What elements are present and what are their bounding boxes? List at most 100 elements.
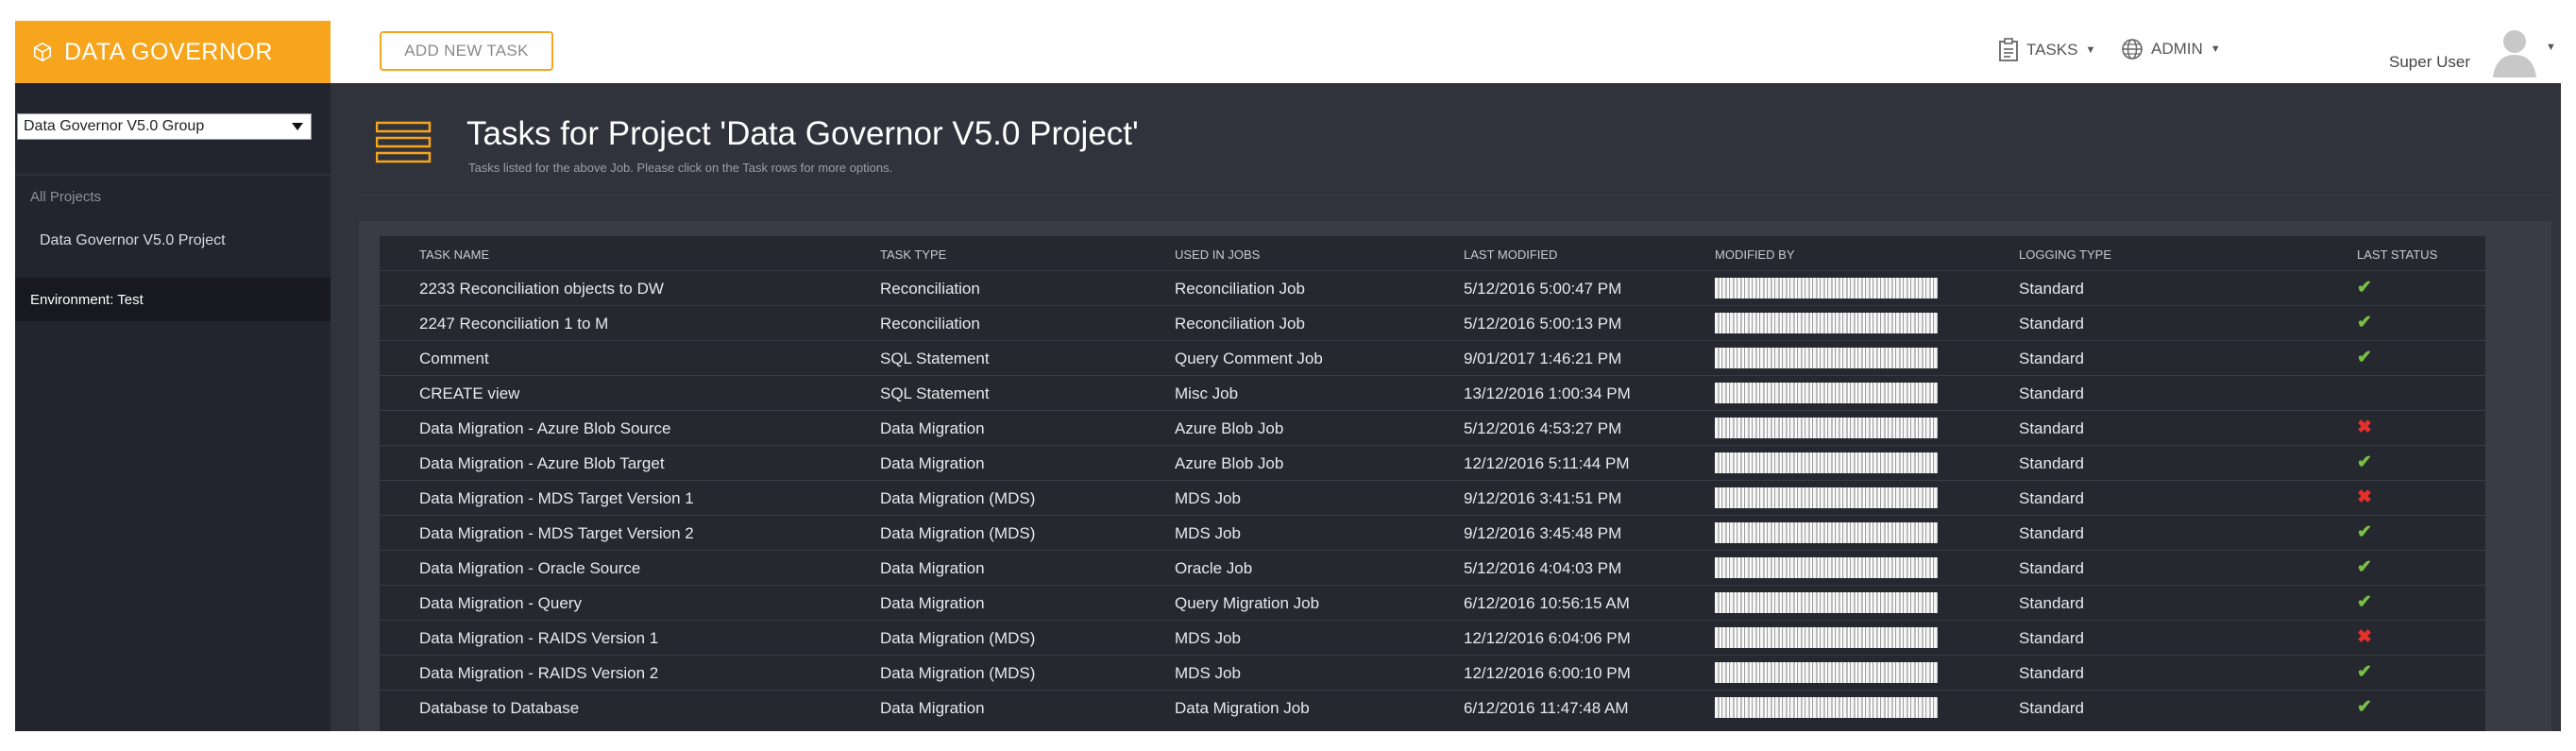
sidebar: Data Governor V5.0 Group All Projects Da… [15,83,330,731]
used-in-jobs-cell: Data Migration Job [1175,699,1310,717]
admin-menu[interactable]: ADMIN ▼ [2121,38,2221,60]
table-header: TASK NAME TASK TYPE USED IN JOBS LAST MO… [380,236,2485,270]
task-type-cell: SQL Statement [880,350,990,367]
table-row[interactable]: Comment SQL Statement Query Comment Job … [380,340,2485,375]
group-select[interactable]: Data Governor V5.0 Group [17,113,312,140]
table-row[interactable]: Data Migration - Azure Blob Target Data … [380,445,2485,480]
task-type-cell: Data Migration (MDS) [880,524,1036,542]
column-header-task-name[interactable]: TASK NAME [419,247,489,262]
task-type-cell: Data Migration [880,594,985,612]
task-name-cell: Data Migration - MDS Target Version 2 [419,524,694,542]
status-fail-icon: ✖ [2357,487,2372,507]
table-row[interactable]: 2233 Reconciliation objects to DW Reconc… [380,270,2485,305]
used-in-jobs-cell: Query Comment Job [1175,350,1323,367]
modified-by-redacted [1715,278,1938,299]
column-header-used-in-jobs[interactable]: USED IN JOBS [1175,247,1260,262]
all-projects-link[interactable]: All Projects [30,189,101,205]
modified-by-redacted [1715,627,1938,648]
task-type-cell: SQL Statement [880,384,990,402]
environment-label: Environment: Test [15,278,330,321]
page-subtitle: Tasks listed for the above Job. Please c… [468,161,893,175]
modified-by-redacted [1715,522,1938,543]
cube-icon [33,43,52,61]
task-name-cell: Data Migration - RAIDS Version 1 [419,629,659,647]
logging-type-cell: Standard [2019,524,2084,542]
modified-by-redacted [1715,452,1938,473]
chevron-down-icon: ▼ [2210,43,2221,55]
modified-by-redacted [1715,418,1938,438]
last-modified-cell: 9/12/2016 3:41:51 PM [1464,489,1622,507]
task-name-cell: 2233 Reconciliation objects to DW [419,280,664,298]
task-name-cell: Data Migration - RAIDS Version 2 [419,664,659,682]
table-row[interactable]: Data Migration - Oracle Source Data Migr… [380,550,2485,585]
used-in-jobs-cell: MDS Job [1175,489,1241,507]
add-new-task-button[interactable]: ADD NEW TASK [380,31,553,71]
last-modified-cell: 6/12/2016 10:56:15 AM [1464,594,1630,612]
logging-type-cell: Standard [2019,664,2084,682]
column-header-modified-by[interactable]: MODIFIED BY [1715,247,1795,262]
table-row[interactable]: Database to Database Data Migration Data… [380,690,2485,725]
modified-by-redacted [1715,697,1938,718]
used-in-jobs-cell: Reconciliation Job [1175,315,1305,333]
task-type-cell: Data Migration (MDS) [880,664,1036,682]
tasks-menu-label: TASKS [2026,41,2078,59]
last-modified-cell: 5/12/2016 4:53:27 PM [1464,419,1622,437]
logging-type-cell: Standard [2019,419,2084,437]
table-row[interactable]: CREATE view SQL Statement Misc Job 13/12… [380,375,2485,410]
logging-type-cell: Standard [2019,489,2084,507]
used-in-jobs-cell: Azure Blob Job [1175,419,1284,437]
app-window: DATA GOVERNOR ADD NEW TASK TASKS ▼ ADMIN… [15,21,2561,731]
task-type-cell: Data Migration [880,699,985,717]
tasks-menu[interactable]: TASKS ▼ [1998,38,2095,62]
status-fail-icon: ✖ [2357,627,2372,647]
status-ok-icon: ✔ [2357,662,2372,682]
table-row[interactable]: Data Migration - MDS Target Version 2 Da… [380,515,2485,550]
used-in-jobs-cell: Reconciliation Job [1175,280,1305,298]
task-name-cell: Data Migration - Azure Blob Source [419,419,671,437]
last-modified-cell: 6/12/2016 11:47:48 AM [1464,699,1629,717]
used-in-jobs-cell: Oracle Job [1175,559,1253,577]
used-in-jobs-cell: Azure Blob Job [1175,454,1284,472]
last-modified-cell: 12/12/2016 5:11:44 PM [1464,454,1630,472]
table-row[interactable]: Data Migration - MDS Target Version 1 Da… [380,480,2485,515]
column-header-logging-type[interactable]: LOGGING TYPE [2019,247,2111,262]
logging-type-cell: Standard [2019,594,2084,612]
dropdown-arrow-icon [292,123,303,130]
sidebar-item-project[interactable]: Data Governor V5.0 Project [40,232,226,249]
avatar[interactable] [2487,25,2542,79]
table-row[interactable]: 2247 Reconciliation 1 to M Reconciliatio… [380,305,2485,340]
table-row[interactable]: Data Migration - RAIDS Version 1 Data Mi… [380,620,2485,655]
status-ok-icon: ✔ [2357,313,2372,333]
table-row[interactable]: Data Migration - Azure Blob Source Data … [380,410,2485,445]
last-modified-cell: 12/12/2016 6:00:10 PM [1464,664,1631,682]
table-row[interactable]: Data Migration - RAIDS Version 2 Data Mi… [380,655,2485,690]
status-ok-icon: ✔ [2357,522,2372,542]
group-select-value: Data Governor V5.0 Group [24,118,205,134]
chevron-down-icon[interactable]: ▼ [2546,42,2556,53]
column-header-last-modified[interactable]: LAST MODIFIED [1464,247,1557,262]
task-name-cell: Data Migration - Oracle Source [419,559,641,577]
user-name[interactable]: Super User [2389,53,2470,72]
status-ok-icon: ✔ [2357,557,2372,577]
table-row[interactable]: Data Migration - Query Data Migration Qu… [380,585,2485,620]
column-header-task-type[interactable]: TASK TYPE [880,247,946,262]
status-ok-icon: ✔ [2357,697,2372,717]
used-in-jobs-cell: MDS Job [1175,524,1241,542]
app-logo[interactable]: DATA GOVERNOR [15,21,330,83]
clipboard-icon [1999,38,2018,61]
logging-type-cell: Standard [2019,629,2084,647]
task-type-cell: Data Migration (MDS) [880,629,1036,647]
task-type-cell: Data Migration [880,559,985,577]
task-type-cell: Data Migration [880,419,985,437]
task-name-cell: Data Migration - Azure Blob Target [419,454,665,472]
task-name-cell: Data Migration - MDS Target Version 1 [419,489,694,507]
column-header-last-status[interactable]: LAST STATUS [2357,247,2437,262]
task-type-cell: Data Migration (MDS) [880,489,1036,507]
status-ok-icon: ✔ [2357,592,2372,612]
used-in-jobs-cell: Misc Job [1175,384,1239,402]
logging-type-cell: Standard [2019,384,2084,402]
logging-type-cell: Standard [2019,699,2084,717]
app-title: DATA GOVERNOR [64,38,273,65]
page-title: Tasks for Project 'Data Governor V5.0 Pr… [466,115,1139,152]
modified-by-redacted [1715,557,1938,578]
